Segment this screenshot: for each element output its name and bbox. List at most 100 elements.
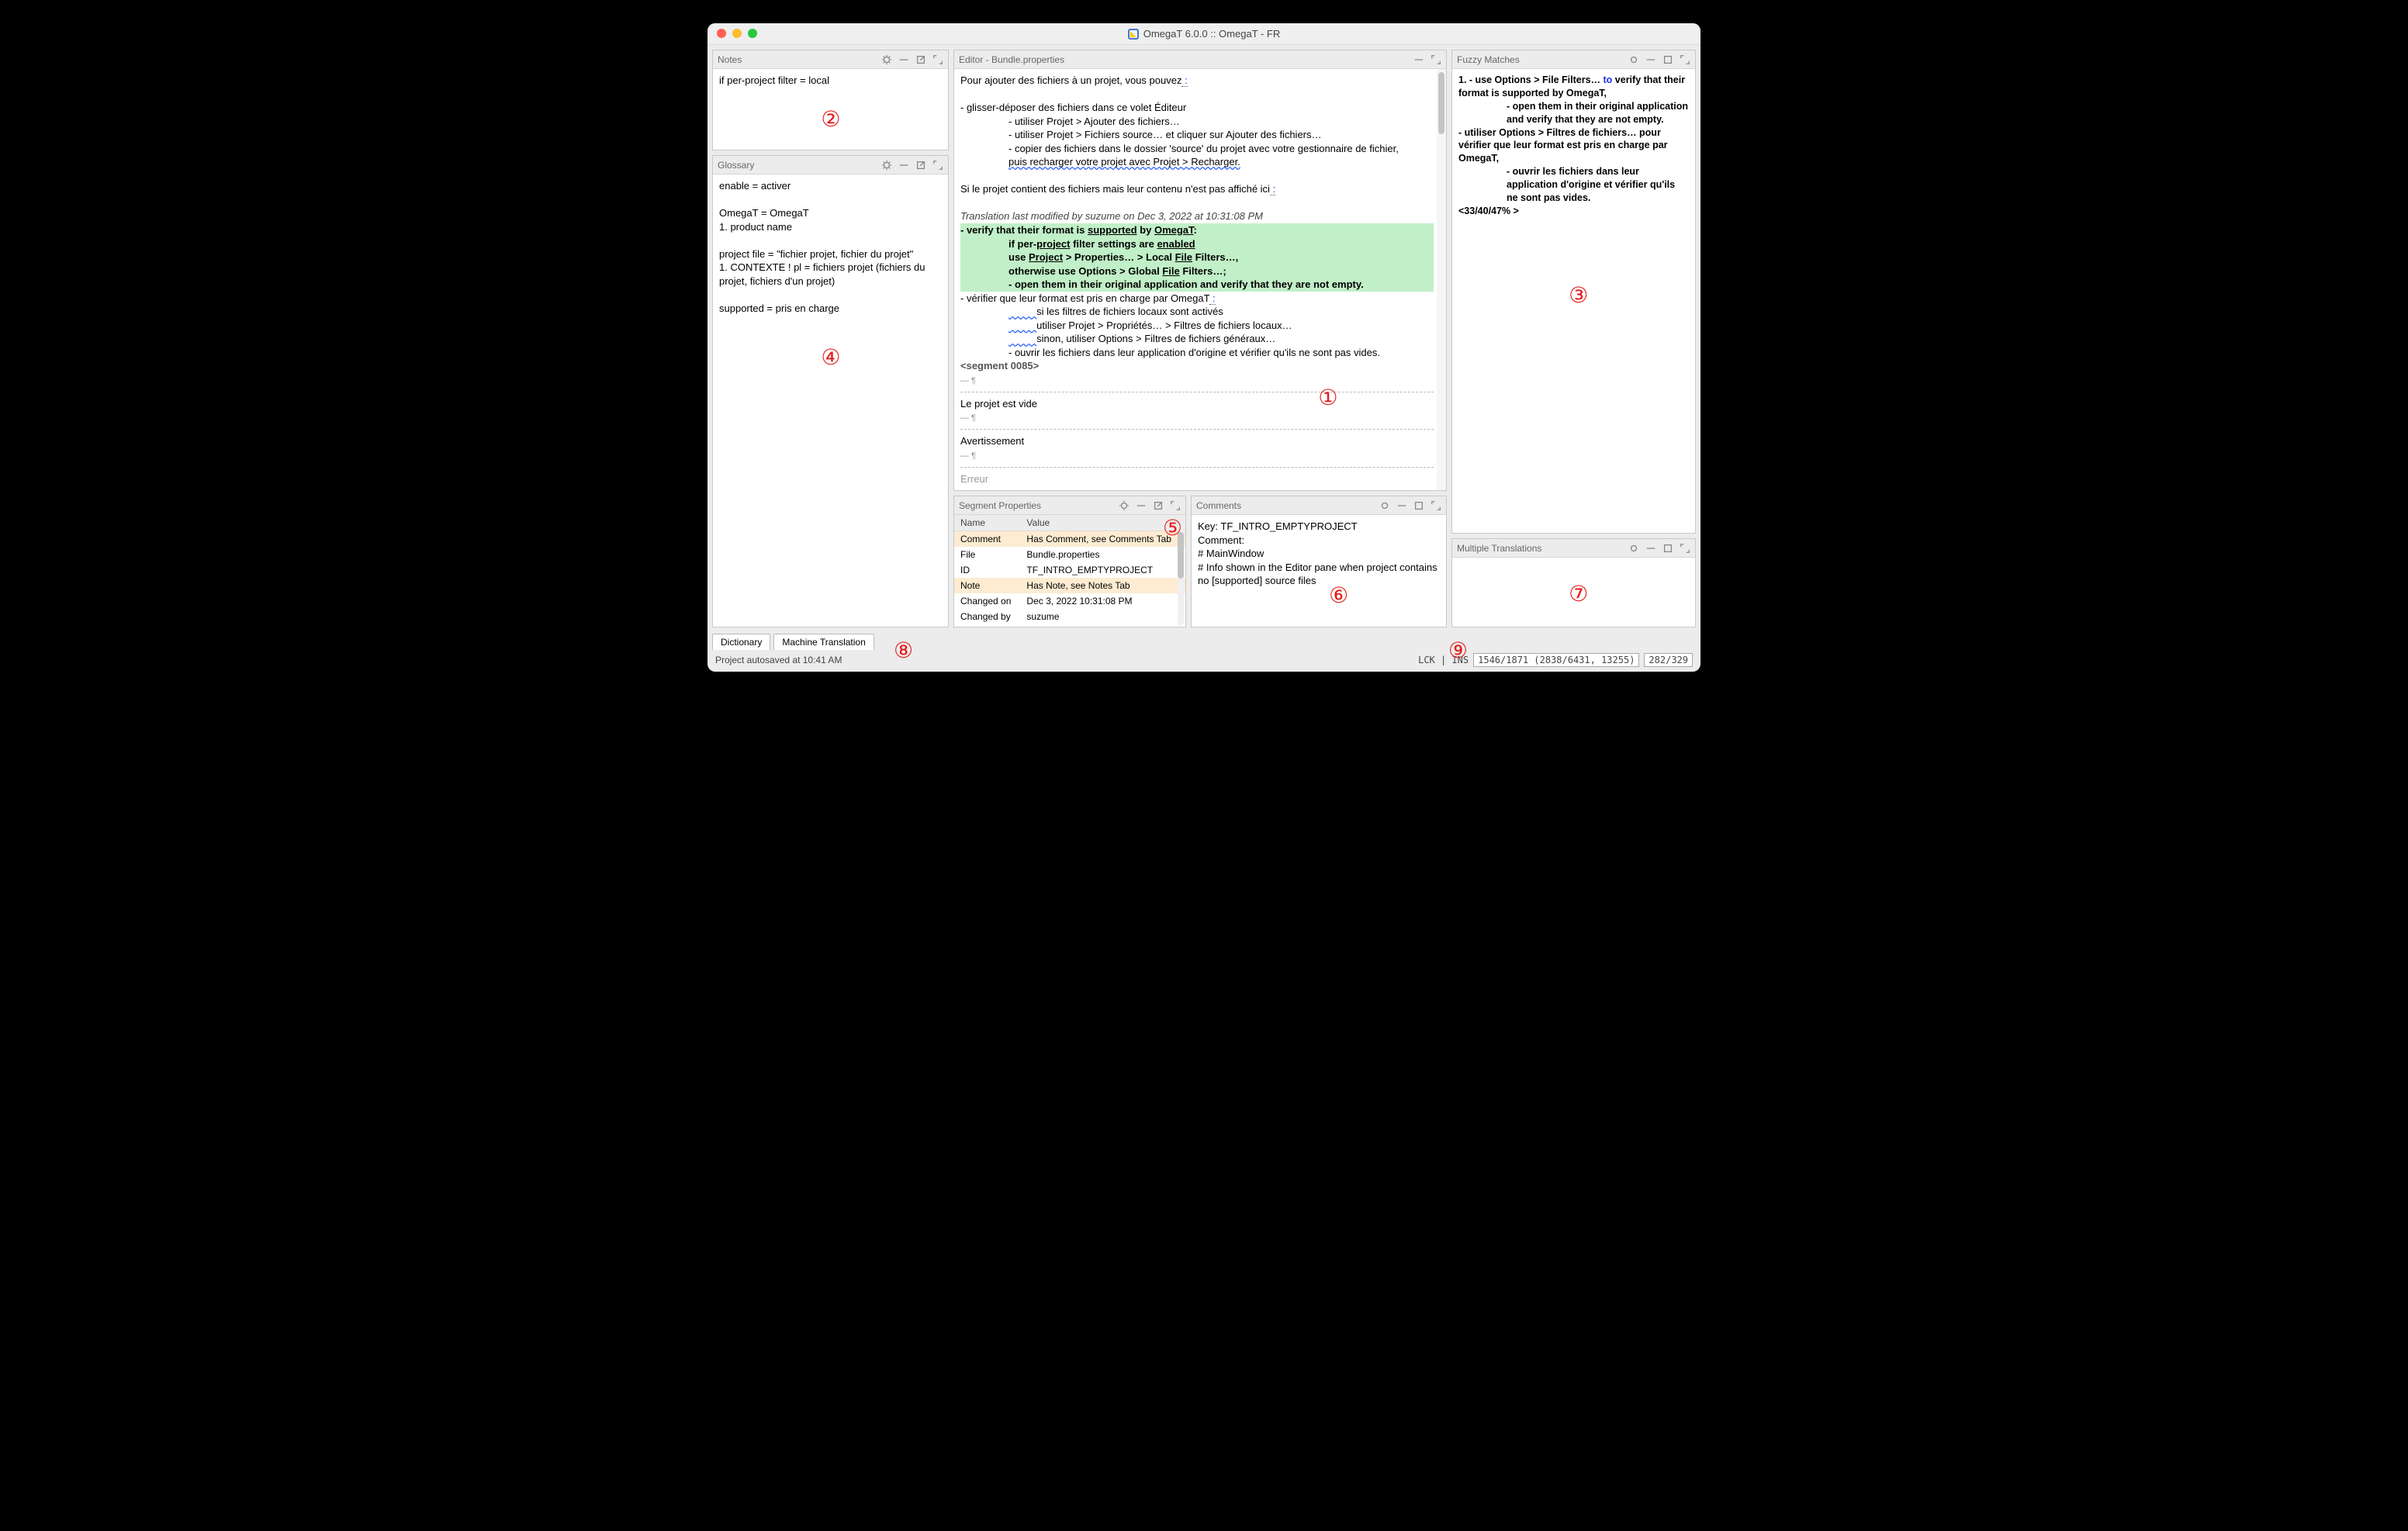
segment-properties-panel: Segment Properties NameValue CommentHas … <box>953 496 1186 627</box>
notes-body[interactable]: if per-project filter = local <box>713 69 948 150</box>
glossary-panel: Glossary enable = activer OmegaT = Omega… <box>712 155 949 627</box>
table-row[interactable]: CommentHas Comment, see Comments Tab <box>954 531 1185 548</box>
minimize-panel-icon[interactable] <box>898 54 909 65</box>
panel-header: Glossary <box>713 156 948 175</box>
scroll-thumb[interactable] <box>1438 72 1444 134</box>
link[interactable]: : <box>1270 183 1275 195</box>
source-segment: - verify that their format is supported … <box>960 223 1434 292</box>
expand-icon[interactable] <box>1170 500 1181 511</box>
scrollbar[interactable] <box>1178 524 1184 625</box>
gear-icon[interactable] <box>1628 54 1639 65</box>
popout-icon[interactable] <box>1153 500 1164 511</box>
popout-icon[interactable] <box>915 160 926 171</box>
translation-meta: Translation last modified by suzume on D… <box>960 210 1263 222</box>
panel-header: Editor - Bundle.properties <box>954 50 1446 69</box>
multi-body[interactable] <box>1452 558 1695 627</box>
minimize-panel-icon[interactable] <box>1413 54 1424 65</box>
link[interactable]: : <box>1209 292 1215 305</box>
scroll-thumb[interactable] <box>1178 532 1184 579</box>
gear-icon[interactable] <box>881 160 892 171</box>
table-row[interactable]: NoteHas Note, see Notes Tab <box>954 578 1185 593</box>
mid-column: Editor - Bundle.properties Pour ajouter … <box>953 50 1447 627</box>
popout-icon[interactable] <box>1662 54 1673 65</box>
left-column: Notes if per-project filter = local ② Gl… <box>712 50 949 627</box>
panel-title: Editor - Bundle.properties <box>959 54 1064 65</box>
table-row[interactable]: Changed onDec 3, 2022 10:31:08 PM <box>954 593 1185 609</box>
tab-machine-translation[interactable]: Machine Translation <box>773 634 874 650</box>
comment-line: Key: TF_INTRO_EMPTYPROJECT <box>1198 520 1440 534</box>
status-bar: Project autosaved at 10:41 AM ⑧ ⑨ LCK | … <box>708 650 1700 672</box>
close-icon[interactable] <box>717 29 726 38</box>
content: Notes if per-project filter = local ② Gl… <box>708 45 1700 632</box>
autosave-status: Project autosaved at 10:41 AM <box>715 655 842 665</box>
glossary-entry: enable = activer <box>719 179 942 193</box>
bottom-tabs: Dictionary Machine Translation <box>708 632 1700 650</box>
table-row[interactable]: Changed bysuzume <box>954 609 1185 624</box>
maximize-icon[interactable] <box>748 29 757 38</box>
match-score: <33/40/47% > <box>1458 206 1519 216</box>
comment-line: Comment: <box>1198 534 1440 548</box>
expand-icon[interactable] <box>932 54 943 65</box>
segment-stats: 1546/1871 (2838/6431, 13255) <box>1473 653 1639 667</box>
panel-title: Glossary <box>718 160 754 171</box>
panel-header: Fuzzy Matches <box>1452 50 1695 69</box>
panel-title: Multiple Translations <box>1457 543 1541 554</box>
fuzzy-body[interactable]: 1. - use Options > File Filters… to veri… <box>1452 69 1695 533</box>
glossary-entry: 1. product name <box>719 220 942 234</box>
app-logo-icon <box>1128 29 1139 40</box>
para-mark-icon: — ¶ <box>960 413 976 423</box>
editor-panel: Editor - Bundle.properties Pour ajouter … <box>953 50 1447 491</box>
panel-title: Notes <box>718 54 742 65</box>
col-value: Value <box>1020 515 1185 531</box>
traffic-lights <box>717 29 757 38</box>
tab-dictionary[interactable]: Dictionary <box>712 634 770 650</box>
gear-icon[interactable] <box>1379 500 1390 511</box>
lock-ins-status: LCK | INS <box>1418 655 1469 665</box>
notes-panel: Notes if per-project filter = local ② <box>712 50 949 150</box>
editor-body[interactable]: Pour ajouter des fichiers à un projet, v… <box>954 69 1446 490</box>
popout-icon[interactable] <box>915 54 926 65</box>
notes-text: if per-project filter = local <box>719 74 829 86</box>
panel-title: Comments <box>1196 500 1241 511</box>
minimize-icon[interactable] <box>732 29 742 38</box>
expand-icon[interactable] <box>1680 54 1690 65</box>
minimize-panel-icon[interactable] <box>1645 54 1656 65</box>
editor-text: Pour ajouter des fichiers à un projet, v… <box>960 74 1434 486</box>
comment-line: # Info shown in the Editor pane when pro… <box>1198 561 1440 588</box>
gear-icon[interactable] <box>881 54 892 65</box>
link[interactable]: : <box>1182 74 1187 87</box>
comment-line: # MainWindow <box>1198 547 1440 561</box>
right-column: Fuzzy Matches 1. - use Options > File Fi… <box>1451 50 1696 627</box>
glossary-body[interactable]: enable = activer OmegaT = OmegaT 1. prod… <box>713 175 948 627</box>
table-row[interactable]: IDTF_INTRO_EMPTYPROJECT <box>954 562 1185 578</box>
gear-icon[interactable] <box>1628 543 1639 554</box>
segment-props-table: NameValue CommentHas Comment, see Commen… <box>954 515 1185 624</box>
table-row[interactable]: FileBundle.properties <box>954 547 1185 562</box>
expand-icon[interactable] <box>1431 500 1441 511</box>
window-title-text: OmegaT 6.0.0 :: OmegaT - FR <box>1143 28 1281 40</box>
panel-header: Multiple Translations <box>1452 539 1695 558</box>
multiple-translations-panel: Multiple Translations ⑦ <box>1451 538 1696 627</box>
col-name: Name <box>954 515 1020 531</box>
expand-icon[interactable] <box>932 160 943 171</box>
minimize-panel-icon[interactable] <box>898 160 909 171</box>
panel-header: Segment Properties <box>954 496 1185 515</box>
expand-icon[interactable] <box>1431 54 1441 65</box>
gear-icon[interactable] <box>1119 500 1130 511</box>
mid-bottom-row: Segment Properties NameValue CommentHas … <box>953 496 1447 627</box>
window-title: OmegaT 6.0.0 :: OmegaT - FR <box>1128 28 1281 40</box>
popout-icon[interactable] <box>1662 543 1673 554</box>
glossary-entry: supported = pris en charge <box>719 302 942 316</box>
popout-icon[interactable] <box>1413 500 1424 511</box>
titlebar: OmegaT 6.0.0 :: OmegaT - FR <box>708 23 1700 45</box>
scrollbar[interactable] <box>1437 69 1446 490</box>
glossary-entry: 1. CONTEXTE ! pl = fichiers projet (fich… <box>719 261 942 288</box>
minimize-panel-icon[interactable] <box>1396 500 1407 511</box>
word-stats: 282/329 <box>1644 653 1693 667</box>
expand-icon[interactable] <box>1680 543 1690 554</box>
minimize-panel-icon[interactable] <box>1136 500 1147 511</box>
minimize-panel-icon[interactable] <box>1645 543 1656 554</box>
para-mark-icon: — ¶ <box>960 451 976 461</box>
glossary-entry: OmegaT = OmegaT <box>719 206 942 220</box>
comments-body[interactable]: Key: TF_INTRO_EMPTYPROJECT Comment: # Ma… <box>1192 515 1446 627</box>
